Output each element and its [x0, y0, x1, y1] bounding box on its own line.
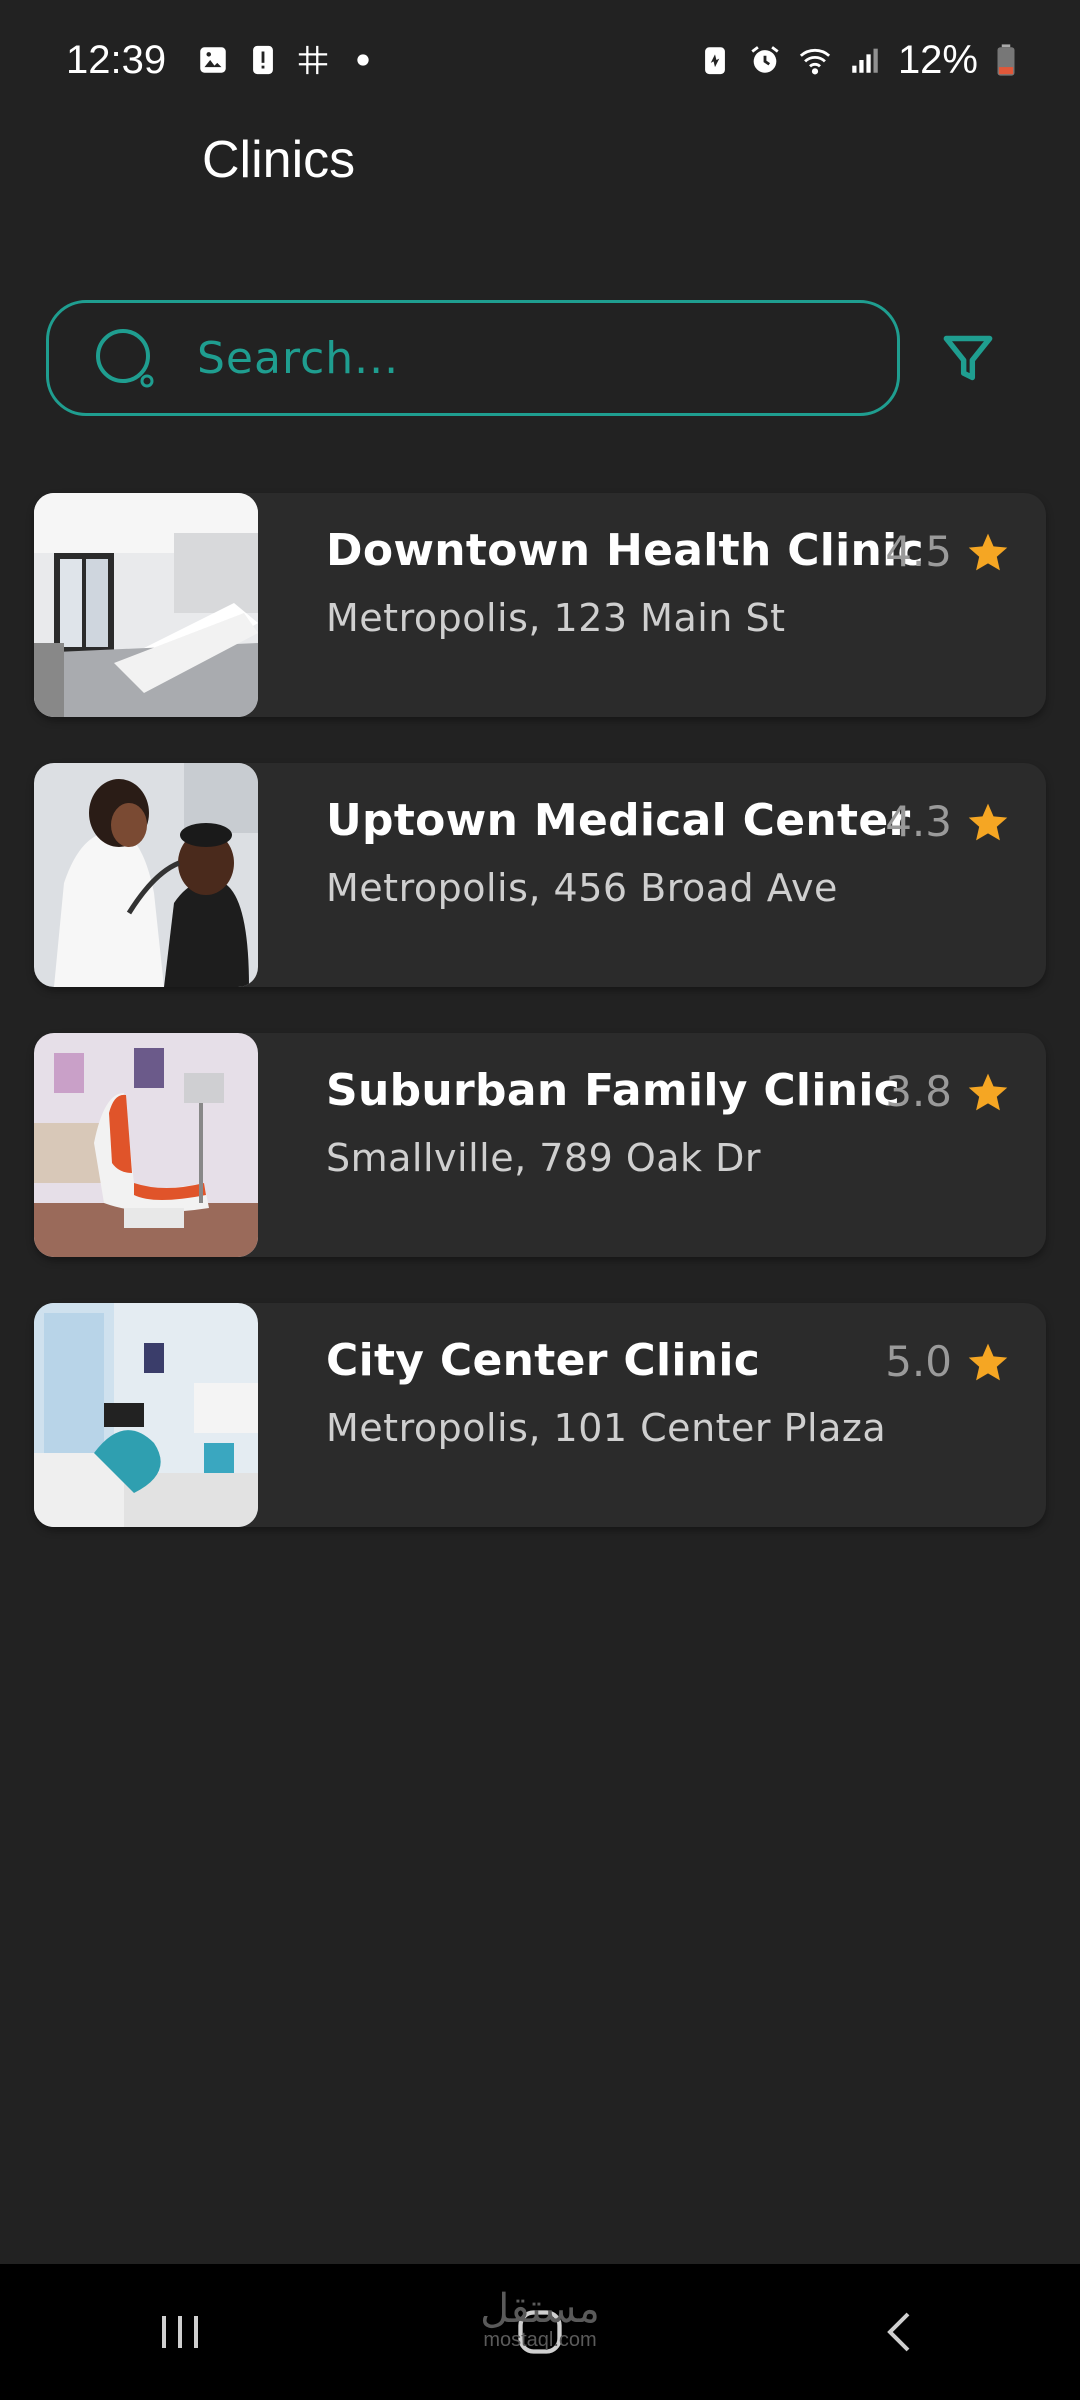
- clinic-card[interactable]: Suburban Family Clinic Smallville, 789 O…: [34, 1033, 1046, 1257]
- clinic-list: Downtown Health Clinic Metropolis, 123 M…: [34, 493, 1046, 1573]
- status-bar-left: 12:39: [66, 38, 380, 83]
- star-icon: [968, 803, 1008, 840]
- back-icon: [887, 2312, 910, 2352]
- dot-icon: [346, 43, 380, 77]
- battery-saver-icon: [698, 43, 732, 77]
- rating-value: 4.3: [885, 797, 952, 846]
- rating-value: 4.5: [885, 527, 952, 576]
- back-button[interactable]: [840, 2282, 960, 2382]
- clinic-card[interactable]: City Center Clinic Metropolis, 101 Cente…: [34, 1303, 1046, 1527]
- battery-percent: 12%: [897, 37, 978, 82]
- clinic-card[interactable]: Uptown Medical Center Metropolis, 456 Br…: [34, 763, 1046, 987]
- status-bar: 12:39 12%: [0, 0, 1080, 120]
- status-bar-right: 12%: [698, 38, 1018, 83]
- watermark-latin: mostaql.com: [483, 2329, 597, 2351]
- clinic-image: [34, 763, 258, 987]
- page-title: Clinics: [202, 131, 356, 189]
- battery-icon: [994, 43, 1018, 77]
- clinic-card[interactable]: Downtown Health Clinic Metropolis, 123 M…: [34, 493, 1046, 717]
- watermark-arabic: مستقل: [480, 2287, 600, 2331]
- search-input[interactable]: [197, 332, 837, 384]
- clinic-image: [34, 1303, 258, 1527]
- star-icon: [968, 533, 1008, 570]
- filter-button[interactable]: [938, 328, 998, 388]
- watermark: مستقل mostaql.com: [470, 2288, 610, 2350]
- status-time: 12:39: [66, 37, 167, 82]
- clinic-rating: 3.8: [885, 1067, 1010, 1116]
- search-icon: [93, 326, 157, 390]
- rating-value: 3.8: [885, 1067, 952, 1116]
- rating-value: 5.0: [885, 1337, 952, 1386]
- wifi-icon: [798, 43, 832, 77]
- gallery-icon: [196, 43, 230, 77]
- recent-apps-icon: [162, 2316, 198, 2348]
- signal-icon: [848, 43, 882, 77]
- grid-app-icon: [296, 43, 330, 77]
- clinic-address: Smallville, 789 Oak Dr: [326, 1136, 762, 1180]
- recent-apps-button[interactable]: [120, 2282, 240, 2382]
- clinic-image: [34, 1033, 258, 1257]
- search-bar[interactable]: [46, 300, 900, 416]
- filter-icon: [943, 335, 993, 381]
- clinic-rating: 4.5: [885, 527, 1010, 576]
- clinic-address: Metropolis, 456 Broad Ave: [326, 866, 838, 910]
- star-icon: [968, 1343, 1008, 1380]
- clinic-rating: 5.0: [885, 1337, 1010, 1386]
- clinic-address: Metropolis, 123 Main St: [326, 596, 786, 640]
- alert-icon: [246, 43, 280, 77]
- clinic-image: [34, 493, 258, 717]
- clinic-address: Metropolis, 101 Center Plaza: [326, 1406, 887, 1450]
- alarm-icon: [748, 43, 782, 77]
- star-icon: [968, 1073, 1008, 1110]
- clinic-rating: 4.3: [885, 797, 1010, 846]
- clinics-screen: 12:39 12% Clinics Search... Downtown Hea…: [0, 0, 1080, 2400]
